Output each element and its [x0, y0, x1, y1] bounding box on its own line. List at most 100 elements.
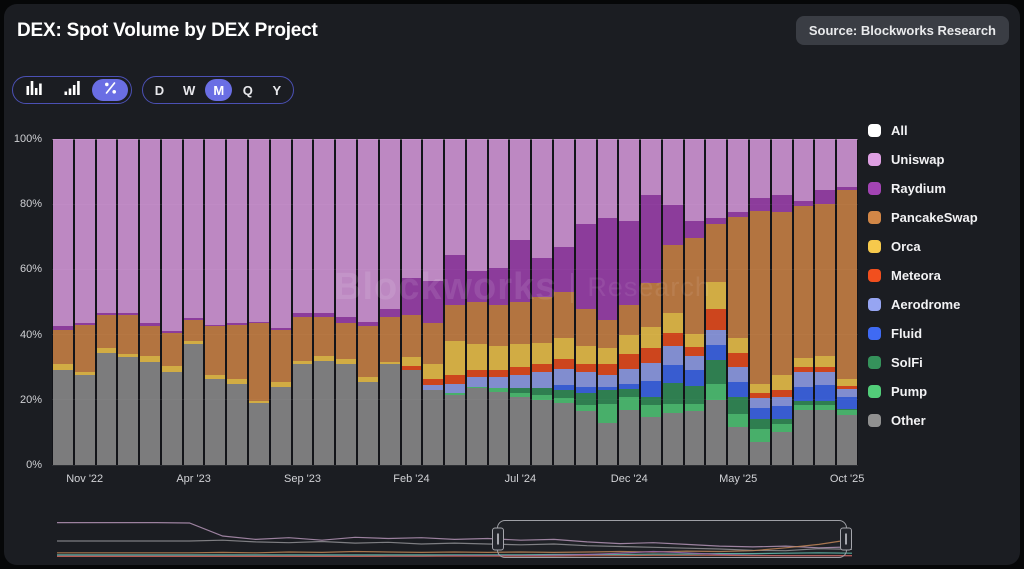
bar-apr25[interactable]	[706, 139, 726, 465]
legend-item-raydium[interactable]: Raydium	[868, 174, 978, 203]
bar-may23[interactable]	[205, 139, 225, 465]
bar-segment-solfi	[794, 401, 814, 404]
legend-item-orca[interactable]: Orca	[868, 232, 978, 261]
bar-jun24[interactable]	[489, 139, 509, 465]
bar-segment-raydium	[685, 221, 705, 239]
bar-segment-meteora	[489, 370, 509, 377]
bar-segment-other	[162, 372, 182, 465]
stacked-bar-chart-button[interactable]	[54, 79, 90, 101]
bar-segment-raydium	[227, 323, 247, 325]
bar-jul23[interactable]	[249, 139, 269, 465]
bar-oct22[interactable]	[53, 139, 73, 465]
bar-jan25[interactable]	[641, 139, 661, 465]
bar-segment-uniswap	[685, 139, 705, 221]
legend-item-uniswap[interactable]: Uniswap	[868, 145, 978, 174]
bar-segment-solfi	[772, 419, 792, 424]
bar-segment-pump	[728, 414, 748, 427]
bar-dec24[interactable]	[619, 139, 639, 465]
bar-segment-solfi	[576, 393, 596, 404]
source-badge[interactable]: Source: Blockworks Research	[796, 16, 1009, 45]
bar-segment-solfi	[837, 409, 857, 411]
bar-feb24[interactable]	[402, 139, 422, 465]
bar-segment-other	[532, 400, 552, 465]
bar-segment-other	[140, 362, 160, 465]
x-tick-label: Oct '25	[830, 473, 865, 485]
bar-oct23[interactable]	[314, 139, 334, 465]
bar-may25[interactable]	[728, 139, 748, 465]
bar-feb25[interactable]	[663, 139, 683, 465]
bar-nov22[interactable]	[75, 139, 95, 465]
bar-segment-uniswap	[97, 139, 117, 313]
bar-segment-raydium	[118, 313, 138, 315]
bar-segment-aerodrome	[728, 367, 748, 382]
legend-item-all[interactable]: All	[868, 116, 978, 145]
legend-item-solfi[interactable]: SolFi	[868, 348, 978, 377]
interval-y[interactable]: Y	[263, 79, 290, 101]
brush-handle-left[interactable]	[492, 528, 504, 551]
bar-chart-icon	[26, 80, 42, 100]
bar-jun23[interactable]	[227, 139, 247, 465]
bar-nov24[interactable]	[598, 139, 618, 465]
bar-feb23[interactable]	[140, 139, 160, 465]
bar-segment-pancakeswap	[336, 323, 356, 359]
bar-nov23[interactable]	[336, 139, 356, 465]
bar-segment-solfi	[641, 397, 661, 405]
bar-mar23[interactable]	[162, 139, 182, 465]
interval-d[interactable]: D	[146, 79, 173, 101]
legend-item-pump[interactable]: Pump	[868, 377, 978, 406]
interval-group: DWMQY	[142, 76, 294, 104]
bar-aug23[interactable]	[271, 139, 291, 465]
chart-card: DEX: Spot Volume by DEX Project Source: …	[4, 4, 1020, 565]
legend-item-pancakeswap[interactable]: PancakeSwap	[868, 203, 978, 232]
legend-swatch	[868, 182, 881, 195]
x-tick-label: Feb '24	[393, 473, 429, 485]
brush-handle-right[interactable]	[840, 528, 852, 551]
bar-jun25[interactable]	[750, 139, 770, 465]
bar-jul24[interactable]	[510, 139, 530, 465]
bar-segment-aerodrome	[772, 397, 792, 407]
interval-w[interactable]: W	[175, 79, 203, 101]
bar-segment-fluid	[794, 387, 814, 402]
bar-mar24[interactable]	[423, 139, 443, 465]
legend-item-other[interactable]: Other	[868, 406, 978, 435]
bar-dec23[interactable]	[358, 139, 378, 465]
bar-segment-raydium	[402, 278, 422, 315]
bar-jul25[interactable]	[772, 139, 792, 465]
bar-segment-other	[336, 364, 356, 465]
bar-segment-raydium	[728, 212, 748, 217]
bar-sep25[interactable]	[815, 139, 835, 465]
bar-oct25[interactable]	[837, 139, 857, 465]
legend-item-meteora[interactable]: Meteora	[868, 261, 978, 290]
bar-dec22[interactable]	[97, 139, 117, 465]
bar-segment-aerodrome	[706, 330, 726, 345]
bar-sep23[interactable]	[293, 139, 313, 465]
bar-jan23[interactable]	[118, 139, 138, 465]
bar-chart-button[interactable]	[16, 79, 52, 101]
bar-segment-solfi	[706, 360, 726, 383]
legend-swatch	[868, 298, 881, 311]
percent-view-button[interactable]	[92, 79, 128, 101]
bar-aug25[interactable]	[794, 139, 814, 465]
bar-segment-pump	[532, 395, 552, 400]
interval-q[interactable]: Q	[234, 79, 261, 101]
bar-sep24[interactable]	[554, 139, 574, 465]
navigator[interactable]	[57, 510, 852, 560]
bar-segment-orca	[750, 384, 770, 394]
bar-mar25[interactable]	[685, 139, 705, 465]
interval-m[interactable]: M	[205, 79, 232, 101]
legend-label: PancakeSwap	[891, 210, 978, 225]
bar-apr23[interactable]	[184, 139, 204, 465]
bar-aug24[interactable]	[532, 139, 552, 465]
bar-apr24[interactable]	[445, 139, 465, 465]
bar-may24[interactable]	[467, 139, 487, 465]
legend-item-fluid[interactable]: Fluid	[868, 319, 978, 348]
legend-item-aerodrome[interactable]: Aerodrome	[868, 290, 978, 319]
bar-segment-orca	[423, 364, 443, 379]
bar-segment-other	[663, 413, 683, 465]
bar-oct24[interactable]	[576, 139, 596, 465]
bar-jan24[interactable]	[380, 139, 400, 465]
bar-segment-other	[184, 344, 204, 465]
bar-segment-fluid	[815, 385, 835, 401]
bar-segment-meteora	[706, 309, 726, 331]
navigator-brush[interactable]	[497, 520, 848, 558]
